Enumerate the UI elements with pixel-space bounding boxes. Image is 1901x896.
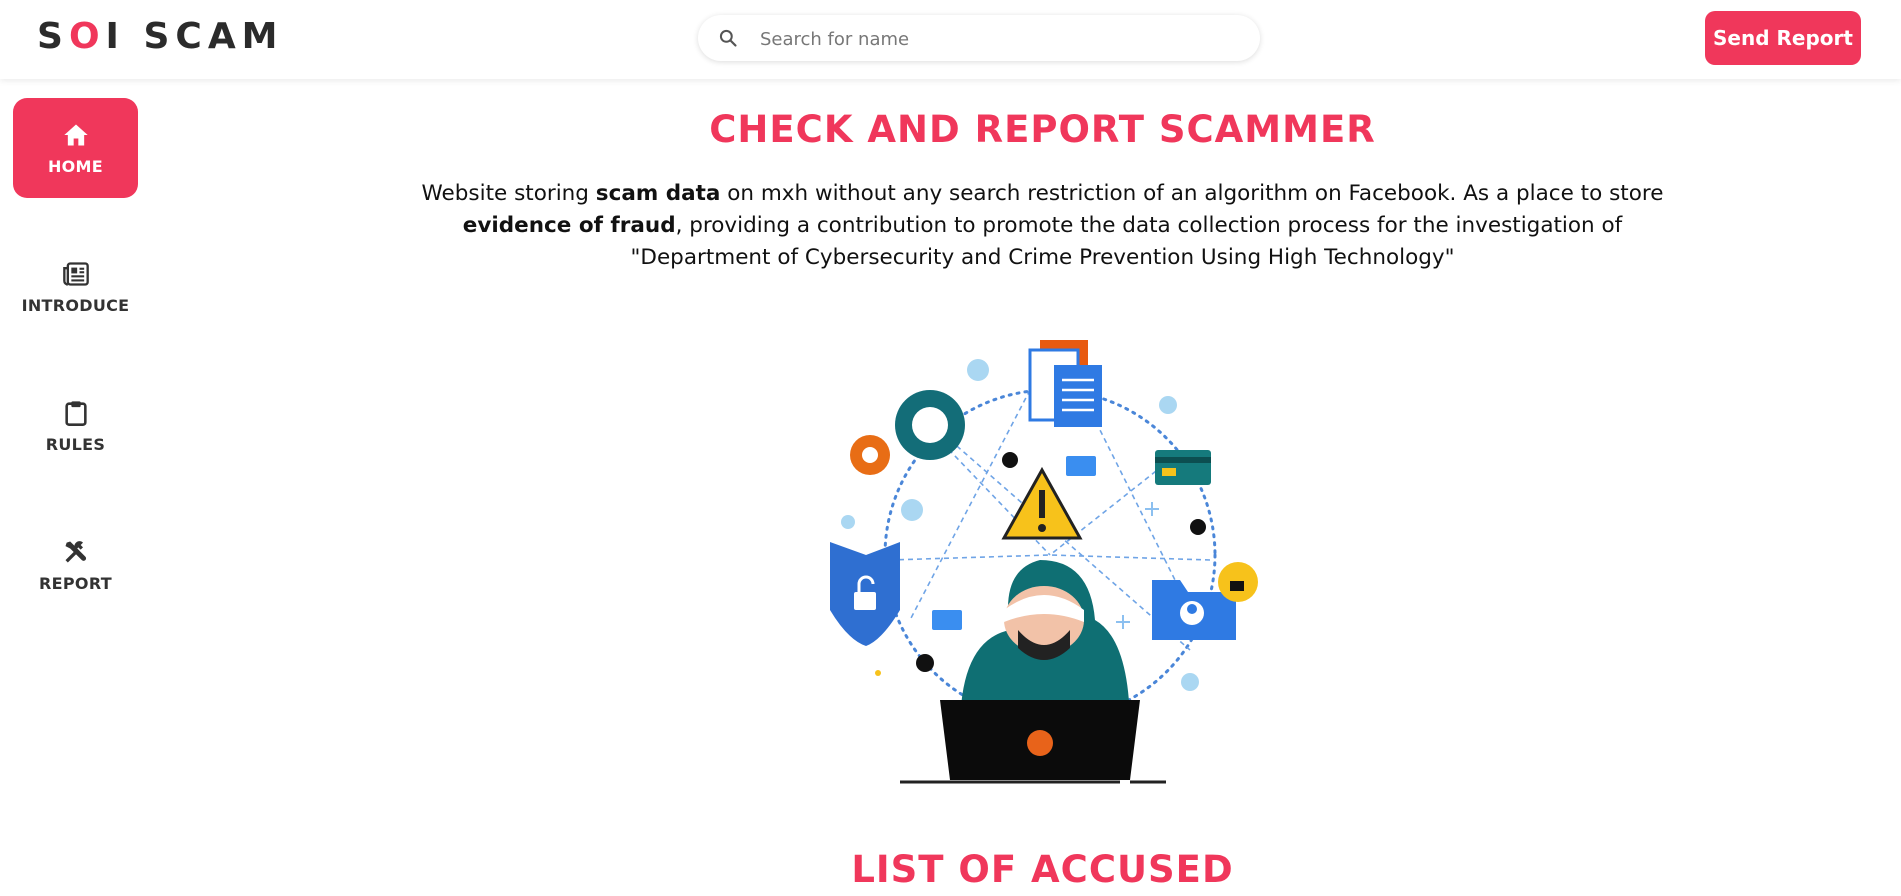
sidebar-item-label: HOME bbox=[47, 156, 104, 176]
description-bold-evidence: evidence of fraud bbox=[462, 213, 676, 238]
sidebar-item-introduce[interactable]: INTRODUCE bbox=[13, 237, 138, 337]
logo[interactable]: SOI SCAM bbox=[37, 16, 284, 57]
sidebar-item-label: REPORT bbox=[39, 573, 112, 593]
logo-letter-s: S bbox=[37, 16, 69, 57]
hacker-illustration bbox=[830, 340, 1258, 784]
newspaper-icon bbox=[62, 261, 89, 286]
page-title: CHECK AND REPORT SCAMMER bbox=[709, 108, 1376, 151]
search-icon bbox=[719, 29, 737, 47]
description-text: , providing a contribution to promote th… bbox=[630, 213, 1623, 270]
search-input[interactable] bbox=[758, 23, 1242, 55]
description-text: Website storing bbox=[421, 181, 596, 206]
description-text: on mxh without any search restriction of… bbox=[720, 181, 1664, 206]
top-header: SOI SCAM Send Report bbox=[0, 0, 1901, 79]
page-description: Website storing scam data on mxh without… bbox=[420, 178, 1665, 274]
sidebar-item-label: INTRODUCE bbox=[21, 295, 130, 315]
search-bar[interactable] bbox=[698, 15, 1260, 61]
tools-icon bbox=[65, 540, 86, 562]
list-title: LIST OF ACCUSED bbox=[851, 848, 1234, 891]
sidebar-item-label: RULES bbox=[45, 434, 106, 454]
send-report-button[interactable]: Send Report bbox=[1705, 11, 1861, 65]
clipboard-icon bbox=[64, 400, 87, 426]
sidebar-item-report[interactable]: REPORT bbox=[13, 515, 138, 615]
description-bold-scam-data: scam data bbox=[595, 181, 721, 206]
logo-rest: I SCAM bbox=[105, 16, 284, 57]
logo-letter-o: O bbox=[68, 16, 106, 57]
sidebar-item-rules[interactable]: RULES bbox=[13, 376, 138, 476]
